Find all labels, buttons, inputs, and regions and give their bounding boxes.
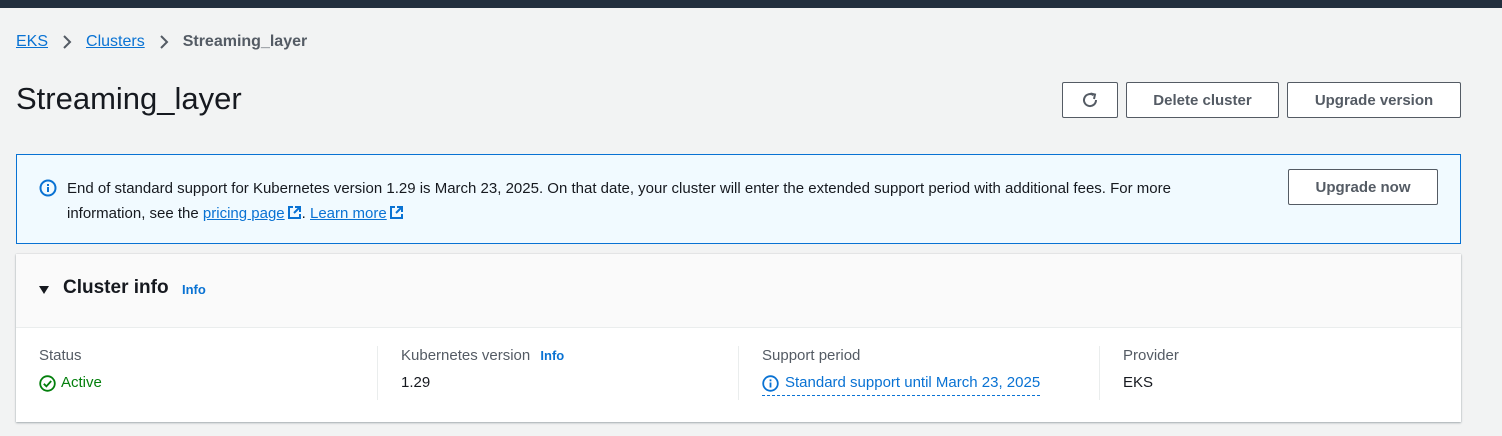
refresh-icon xyxy=(1080,90,1100,110)
status-column: Status Active xyxy=(39,346,369,400)
breadcrumb-current: Streaming_layer xyxy=(182,33,308,50)
status-label: Status xyxy=(39,347,82,364)
caret-down-icon[interactable] xyxy=(38,283,50,295)
cluster-info-panel: Cluster info Info Status Active Kubernet… xyxy=(16,254,1461,422)
provider-label: Provider xyxy=(1123,347,1179,364)
cluster-info-info-link[interactable]: Info xyxy=(182,282,206,297)
top-navigation-bar xyxy=(0,0,1502,8)
chevron-right-icon xyxy=(157,32,171,52)
kubernetes-version-value: 1.29 xyxy=(401,374,431,391)
alert-text-part2: . xyxy=(301,205,310,222)
learn-more-link[interactable]: Learn more xyxy=(310,205,404,222)
breadcrumb: EKS Clusters Streaming_layer xyxy=(16,32,307,52)
status-value: Active xyxy=(39,373,369,393)
info-icon xyxy=(762,374,779,392)
support-period-text: Standard support until March 23, 2025 xyxy=(785,374,1041,391)
check-circle-icon xyxy=(39,374,56,392)
external-link-icon xyxy=(389,203,404,219)
kubernetes-version-label: Kubernetes version Info xyxy=(401,346,731,366)
pricing-page-link-label: pricing page xyxy=(202,205,285,222)
support-period-column: Support period Standard support until Ma… xyxy=(738,346,1092,400)
external-link-icon xyxy=(287,203,302,219)
header-actions: Delete cluster Upgrade version xyxy=(1062,82,1461,118)
pricing-page-link[interactable]: pricing page xyxy=(203,205,302,222)
alert-message: End of standard support for Kubernetes v… xyxy=(67,176,1227,226)
breadcrumb-link-clusters[interactable]: Clusters xyxy=(86,33,145,51)
chevron-right-icon xyxy=(60,32,74,52)
kubernetes-version-column: Kubernetes version Info 1.29 xyxy=(377,346,731,400)
support-period-value: Standard support until March 23, 2025 xyxy=(762,373,1092,396)
refresh-button[interactable] xyxy=(1062,82,1118,118)
provider-column: Provider EKS xyxy=(1099,346,1453,400)
delete-cluster-button[interactable]: Delete cluster xyxy=(1126,82,1279,118)
cluster-info-header[interactable]: Cluster info Info xyxy=(16,254,1461,328)
support-alert: End of standard support for Kubernetes v… xyxy=(16,154,1461,244)
cluster-info-title: Cluster info xyxy=(63,277,169,298)
kubernetes-version-label-text: Kubernetes version xyxy=(401,347,531,364)
provider-value: EKS xyxy=(1123,374,1154,391)
breadcrumb-link-eks[interactable]: EKS xyxy=(16,33,48,51)
info-icon xyxy=(39,179,57,197)
upgrade-now-button[interactable]: Upgrade now xyxy=(1288,169,1438,205)
upgrade-version-button[interactable]: Upgrade version xyxy=(1287,82,1461,118)
status-text: Active xyxy=(61,374,102,391)
kubernetes-version-info-link[interactable]: Info xyxy=(540,348,564,363)
learn-more-link-label: Learn more xyxy=(310,205,387,222)
page-title: Streaming_layer xyxy=(16,81,242,116)
support-period-link[interactable]: Standard support until March 23, 2025 xyxy=(762,373,1041,396)
support-period-label: Support period xyxy=(762,347,861,364)
